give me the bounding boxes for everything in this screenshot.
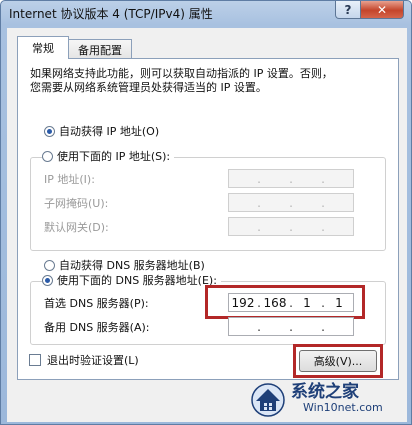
radio-auto-dns-indicator[interactable] [44,259,55,271]
preferred-dns-input[interactable]: 192. 168. 1. 1 [228,293,354,312]
dialog-client-area: 常规 备用配置 如果网络支持此功能，则可以获取自动指派的 IP 设置。否则， 您… [7,28,407,422]
tab-general[interactable]: 常规 [17,36,69,59]
radio-manual-dns-label: 使用下面的 DNS 服务器地址(E): [57,274,217,287]
dialog-window: Internet 协议版本 4 (TCP/IPv4) 属性 ? ✕ 常规 备用配… [0,0,412,425]
tab-alternate-configuration[interactable]: 备用配置 [68,39,132,59]
alternate-dns-label: 备用 DNS 服务器(A): [44,321,150,334]
house-logo-icon [251,383,285,417]
subnet-mask-input: . . . [228,193,354,212]
window-title: Internet 协议版本 4 (TCP/IPv4) 属性 [9,7,213,21]
title-bar[interactable]: Internet 协议版本 4 (TCP/IPv4) 属性 ? ✕ [1,1,411,25]
radio-auto-dns-label: 自动获得 DNS 服务器地址(B) [59,259,205,272]
subnet-mask-label: 子网掩码(U): [44,197,109,210]
close-icon: ✕ [376,2,388,17]
ip-address-input: . . . [228,169,354,188]
radio-auto-dns[interactable]: 自动获得 DNS 服务器地址(B) [44,257,205,273]
preferred-dns-label: 首选 DNS 服务器(P): [44,297,149,310]
watermark-url: Win10net.com [303,401,383,414]
description-line-1: 如果网络支持此功能，则可以获取自动指派的 IP 设置。否则， [30,67,333,80]
default-gateway-label: 默认网关(D): [44,221,109,234]
close-button[interactable]: ✕ [360,1,404,19]
description-text: 如果网络支持此功能，则可以获取自动指派的 IP 设置。否则， 您需要从网络系统管… [30,67,390,95]
ip-address-label: IP 地址(I): [44,173,95,186]
default-gateway-input: . . . [228,217,354,236]
radio-manual-ip-indicator[interactable] [42,150,53,162]
alternate-dns-input[interactable]: . . . [228,317,354,336]
radio-auto-ip[interactable]: 自动获得 IP 地址(O) [44,123,159,139]
description-line-2: 您需要从网络系统管理员处获得适当的 IP 设置。 [30,81,267,94]
help-button[interactable]: ? [335,1,361,19]
watermark: 系统之家 Win10net.com [249,373,409,423]
radio-manual-dns-indicator[interactable] [42,274,53,286]
radio-auto-ip-indicator[interactable] [44,125,55,137]
radio-auto-ip-label: 自动获得 IP 地址(O) [59,125,160,138]
general-tab-panel: 如果网络支持此功能，则可以获取自动指派的 IP 设置。否则， 您需要从网络系统管… [17,58,399,380]
validate-on-exit-checkbox[interactable] [29,354,41,366]
advanced-button[interactable]: 高级(V)... [299,350,377,372]
validate-on-exit-label: 退出时验证设置(L) [47,354,139,367]
help-icon: ? [344,2,352,17]
radio-manual-ip-label: 使用下面的 IP 地址(S): [57,150,171,163]
watermark-name: 系统之家 [291,382,359,402]
radio-manual-ip[interactable]: 使用下面的 IP 地址(S): [42,148,175,164]
radio-manual-dns[interactable]: 使用下面的 DNS 服务器地址(E): [42,272,221,288]
